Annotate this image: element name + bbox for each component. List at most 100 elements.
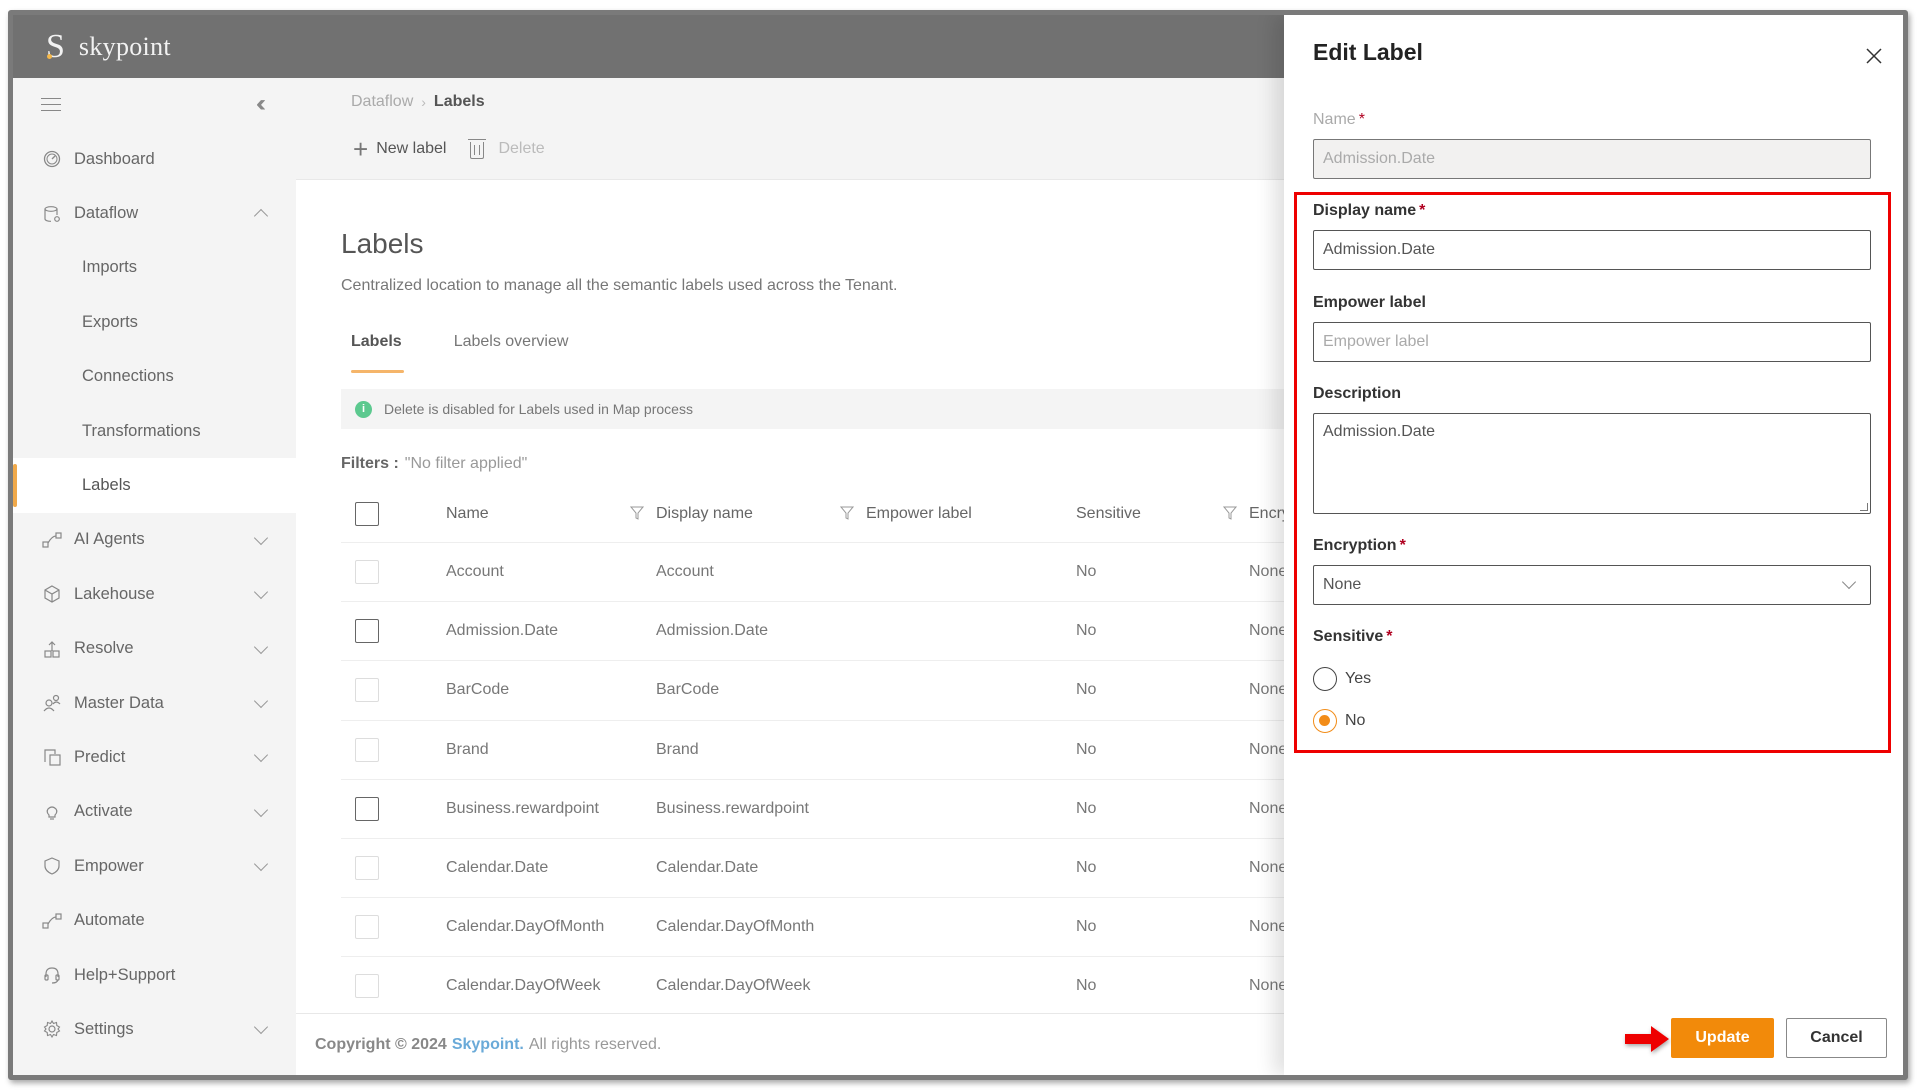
radio-yes[interactable] [1313, 667, 1337, 691]
row-checkbox[interactable] [355, 619, 379, 644]
shield-icon [41, 855, 63, 877]
breadcrumb-dataflow[interactable]: Dataflow [351, 93, 413, 111]
sidebar-item-automate[interactable]: Automate [13, 893, 296, 947]
cell-name: Admission.Date [446, 622, 559, 640]
empower-label-label: Empower label [1313, 294, 1426, 311]
table-row[interactable]: Calendar.DayOfMonth Calendar.DayOfMonth No… [341, 898, 1341, 958]
sidebar-item-lakehouse[interactable]: Lakehouse [13, 567, 296, 621]
column-header-sensitive[interactable]: Sensitive [1076, 505, 1249, 523]
update-button[interactable]: Update [1671, 1018, 1774, 1058]
sidebar-item-activate[interactable]: Activate [13, 785, 296, 839]
sidebar-item-labels[interactable]: Labels [13, 458, 296, 513]
column-header-name[interactable]: Name [446, 505, 656, 523]
sensitive-yes-radio[interactable]: Yes [1313, 667, 1371, 691]
row-checkbox[interactable] [355, 796, 379, 821]
chevron-down-icon[interactable] [253, 530, 269, 545]
sidebar-item-predict[interactable]: Predict [13, 730, 296, 784]
new-label-button[interactable]: + New label [341, 128, 458, 170]
filter-icon[interactable] [630, 506, 644, 520]
cell-display-name: Brand [656, 740, 699, 758]
chevron-down-icon[interactable] [253, 639, 269, 654]
table-row[interactable]: Admission.Date Admission.Date No None [341, 602, 1341, 662]
chevron-down-icon[interactable] [253, 1020, 269, 1035]
sidebar-item-exports[interactable]: Exports [13, 295, 296, 349]
sidebar-item-label: Master Data [74, 693, 164, 712]
column-header-display-name[interactable]: Display name [656, 505, 866, 523]
screenshot-frame: S skypoint ‹‹ Dashboard Dataflow Imports… [8, 10, 1908, 1080]
row-checkbox[interactable] [355, 678, 379, 703]
tab-labels-overview[interactable]: Labels overview [444, 333, 579, 377]
filter-icon[interactable] [1223, 506, 1237, 520]
table-row[interactable]: Brand Brand No None [341, 721, 1341, 780]
cell-sensitive: No [1076, 977, 1097, 995]
hamburger-menu-icon[interactable] [41, 98, 61, 111]
name-field: Admission.Date [1313, 139, 1871, 179]
sidebar-item-resolve[interactable]: Resolve [13, 622, 296, 676]
select-all-checkbox[interactable] [355, 501, 379, 526]
description-field[interactable]: Admission.Date [1313, 413, 1871, 514]
delete-button[interactable]: Delete [458, 128, 556, 170]
display-name-label: Display name * [1313, 202, 1426, 219]
table-row[interactable]: Calendar.Date Calendar.Date No None [341, 839, 1341, 899]
skypoint-link[interactable]: Skypoint. [452, 1036, 524, 1054]
cell-sensitive: No [1076, 563, 1097, 581]
cell-display-name: Business.rewardpoint [656, 799, 809, 817]
resize-handle-icon[interactable] [1860, 503, 1868, 511]
chevron-up-icon[interactable] [253, 209, 269, 224]
cancel-button[interactable]: Cancel [1786, 1018, 1887, 1058]
sidebar-item-label: AI Agents [74, 530, 145, 549]
sensitive-no-radio[interactable]: No [1313, 709, 1365, 733]
chevron-down-icon[interactable] [253, 857, 269, 872]
row-checkbox[interactable] [355, 856, 379, 881]
cell-display-name: Calendar.DayOfMonth [656, 918, 815, 936]
chevron-down-icon[interactable] [253, 585, 269, 600]
chevron-down-icon[interactable] [253, 693, 269, 708]
chevron-down-icon[interactable] [253, 748, 269, 763]
sidebar-item-master-data[interactable]: Master Data [13, 676, 296, 730]
flow-icon [41, 910, 63, 932]
app: S skypoint ‹‹ Dashboard Dataflow Imports… [13, 15, 1903, 1075]
sidebar-item-label: Automate [74, 911, 145, 930]
radio-no[interactable] [1313, 709, 1337, 733]
sidebar-item-label: Empower [74, 856, 144, 875]
cell-name: BarCode [446, 681, 510, 699]
sidebar-item-empower[interactable]: Empower [13, 839, 296, 893]
brand-name: skypoint [78, 31, 171, 61]
cell-sensitive: No [1076, 622, 1097, 640]
sidebar-item-label: Lakehouse [74, 584, 155, 603]
sidebar-item-ai-agents[interactable]: AI Agents [13, 513, 296, 567]
row-checkbox[interactable] [355, 560, 379, 585]
sidebar-item-connections[interactable]: Connections [13, 350, 296, 404]
table-row[interactable]: Calendar.DayOfWeek Calendar.DayOfWeek No No… [341, 957, 1341, 1017]
edit-label-panel: Edit Label Name * Admission.Date Display … [1284, 15, 1903, 1075]
sidebar-item-label: Help+Support [74, 965, 176, 984]
sidebar-item-dataflow[interactable]: Dataflow [13, 186, 296, 240]
table-row[interactable]: Business.rewardpoint Business.rewardpoint… [341, 780, 1341, 839]
cell-sensitive: No [1076, 681, 1097, 699]
filter-icon[interactable] [840, 506, 854, 520]
chevron-down-icon[interactable] [253, 802, 269, 817]
red-arrow-icon [1625, 1026, 1669, 1052]
close-icon[interactable] [1863, 45, 1885, 67]
table-row[interactable]: Account Account No None [341, 543, 1341, 603]
encryption-select[interactable]: None [1313, 565, 1871, 605]
row-checkbox[interactable] [355, 737, 379, 762]
cell-sensitive: No [1076, 799, 1097, 817]
empower-label-field[interactable]: Empower label [1313, 322, 1871, 362]
table-header: Name Display name Empower label Sensitiv… [341, 485, 1341, 543]
sidebar-item-imports[interactable]: Imports [13, 241, 296, 295]
sidebar-item-settings[interactable]: Settings [13, 1002, 296, 1056]
collapse-sidebar-icon[interactable]: ‹‹ [256, 90, 266, 118]
row-checkbox[interactable] [355, 974, 379, 999]
display-name-field[interactable]: Admission.Date [1313, 230, 1871, 270]
sidebar-item-help-support[interactable]: Help+Support [13, 948, 296, 1002]
logo-icon: S [46, 27, 65, 65]
table-row[interactable]: BarCode BarCode No None [341, 661, 1341, 721]
sidebar-item-dashboard[interactable]: Dashboard [13, 132, 296, 186]
info-message-bar: i Delete is disabled for Labels used in … [341, 389, 1341, 429]
tab-labels[interactable]: Labels [341, 333, 412, 377]
column-header-empower-label[interactable]: Empower label [866, 505, 1076, 523]
sensitive-label: Sensitive * [1313, 628, 1393, 645]
row-checkbox[interactable] [355, 915, 379, 940]
sidebar-item-transformations[interactable]: Transformations [13, 404, 296, 458]
